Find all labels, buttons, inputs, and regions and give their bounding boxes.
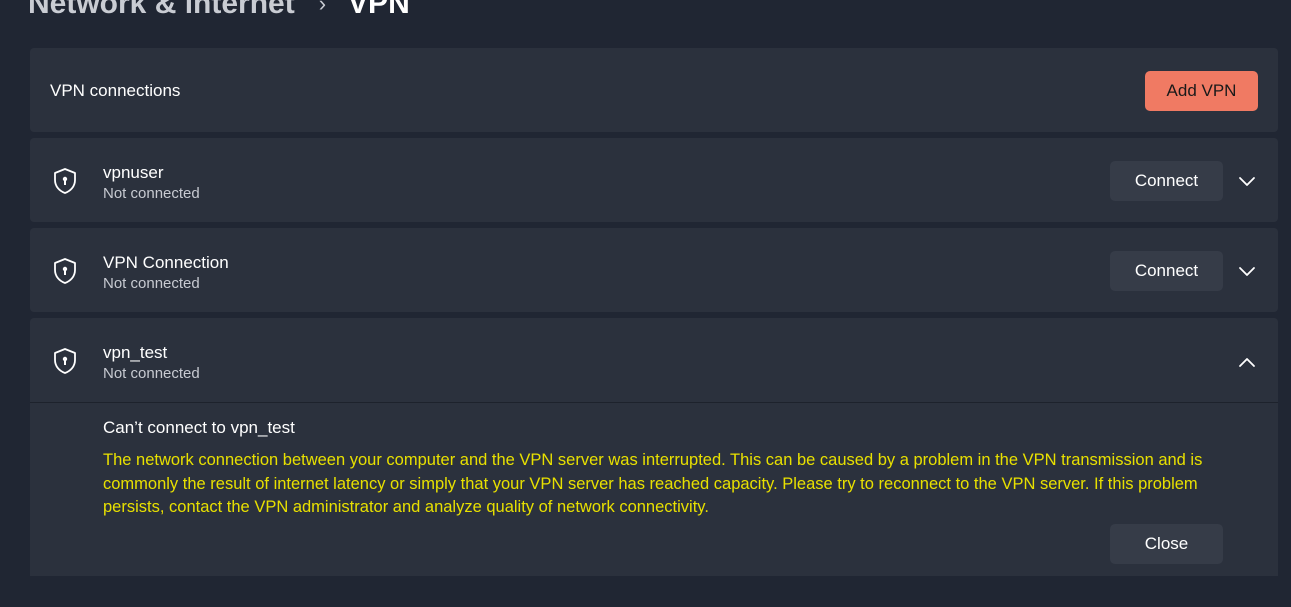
vpn-connections-title: VPN connections — [50, 81, 181, 100]
chevron-down-icon[interactable] — [1237, 172, 1257, 192]
connect-button[interactable]: Connect — [1110, 161, 1223, 201]
breadcrumb: Network & internet › VPN — [28, 0, 410, 22]
error-message: The network connection between your comp… — [103, 451, 1203, 516]
vpn-item-vpn-connection[interactable]: VPN Connection Not connected Connect — [30, 228, 1278, 312]
close-button[interactable]: Close — [1110, 524, 1223, 564]
connect-button[interactable]: Connect — [1110, 251, 1223, 291]
vpn-status: Not connected — [103, 185, 200, 202]
vpn-status: Not connected — [103, 365, 200, 382]
shield-icon — [54, 348, 76, 374]
vpn-name: vpnuser — [103, 163, 164, 182]
vpn-status: Not connected — [103, 275, 200, 292]
chevron-down-icon[interactable] — [1237, 262, 1257, 282]
chevron-up-icon[interactable] — [1237, 352, 1257, 372]
shield-icon — [54, 168, 76, 194]
error-title: Can’t connect to vpn_test — [103, 418, 295, 437]
shield-icon — [54, 258, 76, 284]
vpn-name: vpn_test — [103, 343, 168, 362]
page-title: VPN — [348, 0, 410, 20]
vpn-item-vpn-test[interactable]: vpn_test Not connected Can’t connect to … — [30, 318, 1278, 576]
divider — [30, 402, 1278, 403]
breadcrumb-parent[interactable]: Network & internet — [28, 0, 295, 21]
breadcrumb-separator: › — [318, 0, 327, 16]
vpn-connections-header: VPN connections Add VPN — [30, 48, 1278, 132]
vpn-item-vpnuser[interactable]: vpnuser Not connected Connect — [30, 138, 1278, 222]
add-vpn-button[interactable]: Add VPN — [1145, 71, 1258, 111]
vpn-name: VPN Connection — [103, 253, 229, 272]
